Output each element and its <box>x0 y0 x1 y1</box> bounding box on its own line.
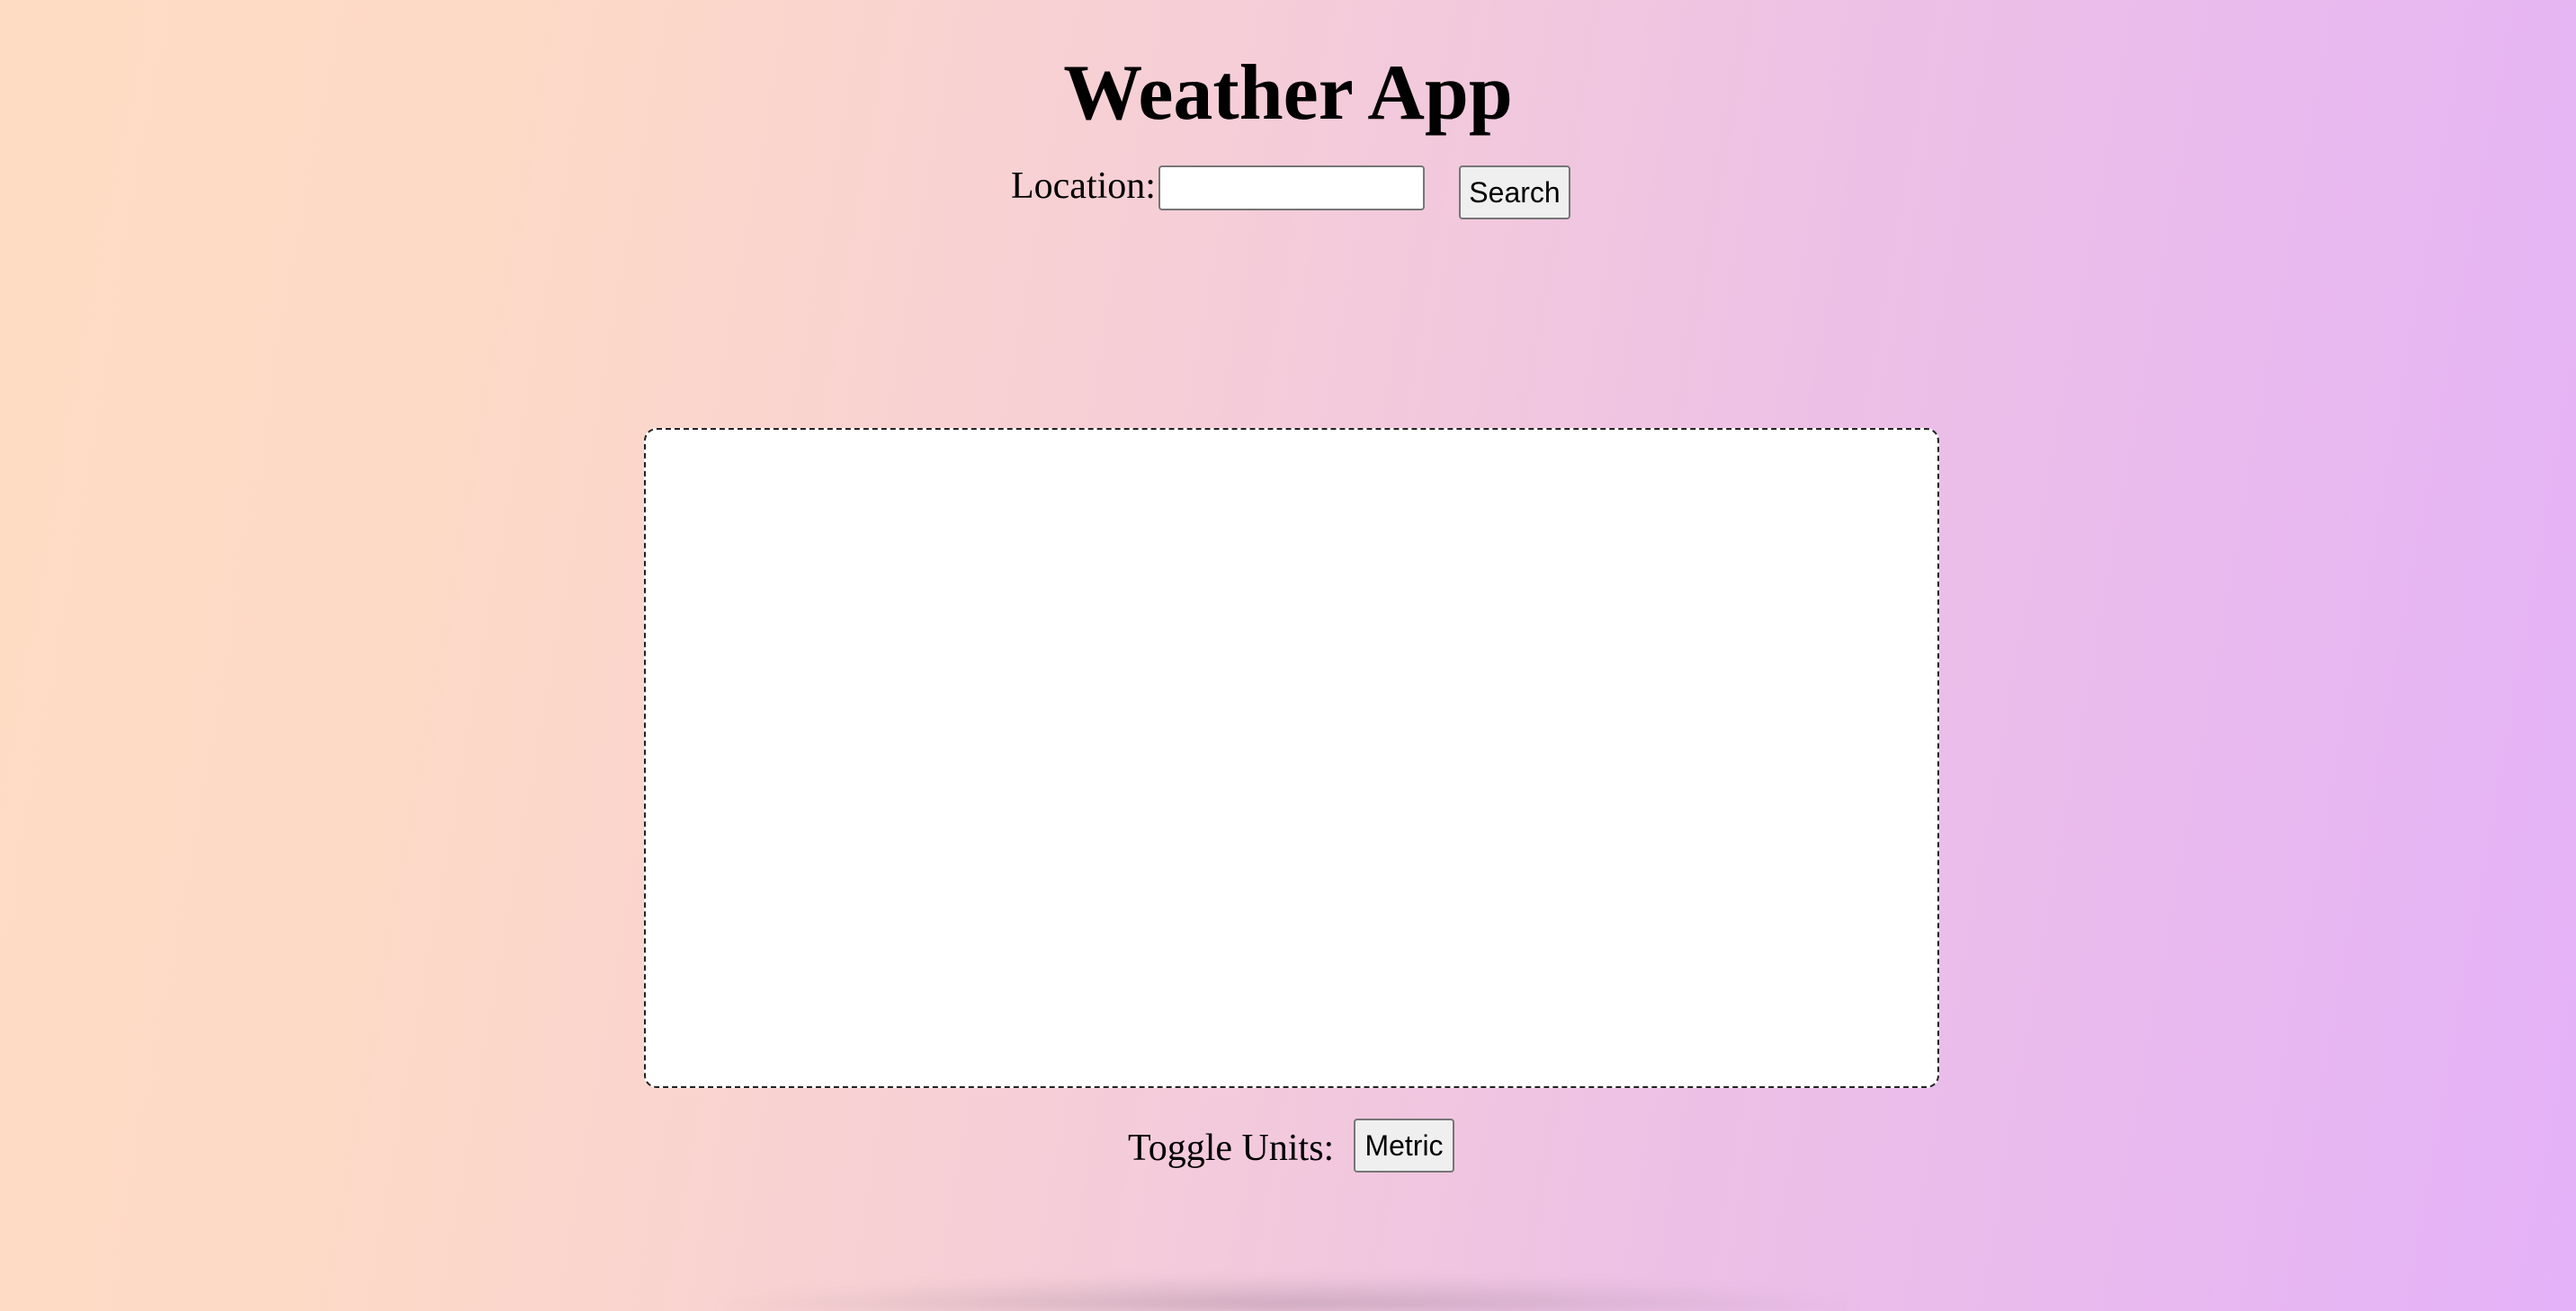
metric-toggle-button[interactable]: Metric <box>1354 1119 1454 1173</box>
location-input[interactable] <box>1158 165 1425 210</box>
weather-display-panel <box>644 428 1939 1088</box>
bottom-shadow <box>720 1277 1853 1311</box>
search-row: Location: Search <box>0 162 2576 219</box>
page-title: Weather App <box>1063 49 1513 137</box>
location-label: Location: <box>1011 165 1156 207</box>
search-button[interactable]: Search <box>1459 165 1570 219</box>
units-toggle-row: Toggle Units: Metric <box>0 1119 2576 1174</box>
toggle-units-label: Toggle Units: <box>1128 1128 1335 1169</box>
